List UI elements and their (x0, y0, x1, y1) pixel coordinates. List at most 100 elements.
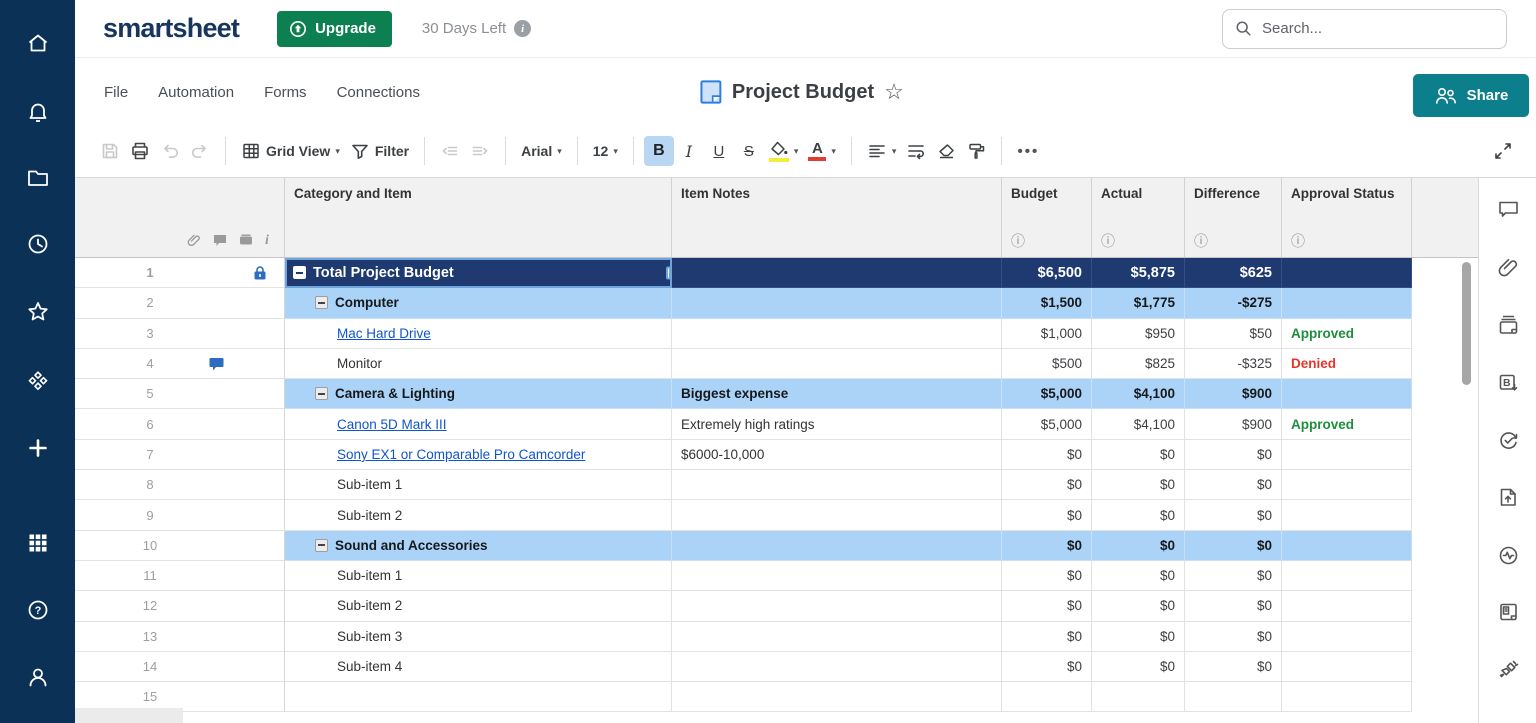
row-gutter[interactable]: 14 (75, 652, 285, 682)
row-number[interactable]: 1 (75, 265, 225, 280)
row-gutter[interactable]: 13 (75, 622, 285, 652)
info-icon[interactable]: ⓘ (1194, 233, 1208, 251)
cell-approval-status[interactable] (1282, 531, 1412, 561)
column-header-budget[interactable]: Budgetⓘ (1002, 178, 1092, 257)
undo-button[interactable] (155, 136, 185, 166)
cell-notes[interactable] (672, 319, 1002, 349)
cell-approval-status[interactable]: Denied (1282, 349, 1412, 379)
upgrade-button[interactable]: Upgrade (277, 11, 392, 47)
cell-approval-status[interactable] (1282, 500, 1412, 530)
cell-category[interactable] (285, 682, 672, 712)
cell-difference[interactable]: $0 (1185, 622, 1282, 652)
help-icon[interactable]: ? (25, 597, 51, 623)
cell-category[interactable]: Sub-item 3 (285, 622, 672, 652)
proofs-icon[interactable] (1497, 314, 1520, 337)
cell-budget[interactable]: $0 (1002, 561, 1092, 591)
row-number[interactable]: 4 (75, 356, 225, 371)
cell-actual[interactable]: $1,775 (1092, 288, 1185, 318)
cell-actual[interactable]: $4,100 (1092, 379, 1185, 409)
row-gutter[interactable]: 6 (75, 409, 285, 439)
cell-budget[interactable]: $0 (1002, 622, 1092, 652)
cell-actual[interactable]: $950 (1092, 319, 1185, 349)
row-comment-icon[interactable] (209, 357, 224, 371)
cell-notes[interactable] (672, 288, 1002, 318)
indent-button[interactable] (465, 136, 495, 166)
cell-approval-status[interactable] (1282, 440, 1412, 470)
sheet-title[interactable]: Project Budget (732, 81, 874, 104)
cell-budget[interactable]: $1,000 (1002, 319, 1092, 349)
menu-automation[interactable]: Automation (143, 76, 249, 109)
cell-budget[interactable]: $0 (1002, 500, 1092, 530)
font-family-selector[interactable]: Arial ▾ (516, 136, 567, 166)
conversations-icon[interactable] (1497, 198, 1520, 221)
cell-budget[interactable]: $5,000 (1002, 409, 1092, 439)
cell-actual[interactable]: $0 (1092, 561, 1185, 591)
notifications-bell-icon[interactable] (25, 100, 51, 126)
cell-approval-status[interactable] (1282, 258, 1412, 288)
print-button[interactable] (125, 136, 155, 166)
cell-notes[interactable] (672, 500, 1002, 530)
collapse-toggle-icon[interactable] (315, 296, 328, 309)
cell-difference[interactable]: $0 (1185, 561, 1282, 591)
row-gutter[interactable]: 3 (75, 319, 285, 349)
row-number[interactable]: 5 (75, 386, 225, 401)
cell-actual[interactable]: $5,875 (1092, 258, 1185, 288)
cell-difference[interactable]: $0 (1185, 652, 1282, 682)
column-header-actual[interactable]: Actualⓘ (1092, 178, 1185, 257)
italic-button[interactable]: I (674, 136, 704, 166)
underline-button[interactable]: U (704, 136, 734, 166)
create-plus-icon[interactable] (25, 435, 51, 461)
redo-button[interactable] (185, 136, 215, 166)
cell-notes[interactable]: $6000-10,000 (672, 440, 1002, 470)
cell-difference[interactable]: $0 (1185, 531, 1282, 561)
vertical-scrollbar[interactable] (1462, 262, 1471, 385)
menu-forms[interactable]: Forms (249, 76, 322, 109)
cell-notes[interactable] (672, 622, 1002, 652)
cell-approval-status[interactable] (1282, 591, 1412, 621)
info-icon[interactable]: ⓘ (1011, 233, 1025, 251)
cell-actual[interactable]: $0 (1092, 470, 1185, 500)
cell-category[interactable]: Camera & Lighting (285, 379, 672, 409)
comment-column-icon[interactable] (213, 234, 227, 247)
cell-category[interactable]: Monitor (285, 349, 672, 379)
row-number[interactable]: 2 (75, 295, 225, 310)
horizontal-scrollbar-track[interactable] (75, 708, 183, 723)
row-gutter[interactable]: 2 (75, 288, 285, 318)
cell-difference[interactable]: $0 (1185, 500, 1282, 530)
column-header-approval[interactable]: Approval Statusⓘ (1282, 178, 1412, 257)
attachment-column-icon[interactable] (187, 233, 201, 247)
account-icon[interactable] (25, 664, 51, 690)
cell-budget[interactable]: $6,500 (1002, 258, 1092, 288)
row-gutter[interactable]: 4 (75, 349, 285, 379)
cell-budget[interactable]: $0 (1002, 470, 1092, 500)
row-number[interactable]: 13 (75, 629, 225, 644)
format-painter-button[interactable] (961, 136, 991, 166)
cell-budget[interactable]: $1,500 (1002, 288, 1092, 318)
filter-button[interactable]: Filter (345, 136, 414, 166)
row-number[interactable]: 14 (75, 659, 225, 674)
cell-budget[interactable]: $0 (1002, 531, 1092, 561)
home-icon[interactable] (25, 30, 51, 56)
cell-difference[interactable]: $50 (1185, 319, 1282, 349)
cell-category[interactable]: Mac Hard Drive (285, 319, 672, 349)
row-number[interactable]: 12 (75, 598, 225, 613)
more-options-button[interactable]: ••• (1012, 136, 1044, 166)
clear-formatting-button[interactable] (931, 136, 961, 166)
collapse-toggle-icon[interactable] (293, 266, 306, 279)
row-gutter[interactable]: 5 (75, 379, 285, 409)
selection-handle[interactable] (666, 266, 671, 279)
cell-notes[interactable] (672, 349, 1002, 379)
align-button[interactable]: ▾ (862, 136, 902, 166)
strikethrough-button[interactable]: S (734, 136, 764, 166)
cell-budget[interactable] (1002, 682, 1092, 712)
cell-category[interactable]: Sony EX1 or Comparable Pro Camcorder (285, 440, 672, 470)
row-number[interactable]: 7 (75, 447, 225, 462)
cell-category[interactable]: Sound and Accessories (285, 531, 672, 561)
cell-approval-status[interactable] (1282, 288, 1412, 318)
cell-notes[interactable] (672, 652, 1002, 682)
sheet-summary-icon[interactable] (1497, 601, 1520, 624)
cell-notes[interactable] (672, 591, 1002, 621)
cell-approval-status[interactable]: Approved (1282, 409, 1412, 439)
cell-difference[interactable]: $0 (1185, 470, 1282, 500)
cell-notes[interactable]: Biggest expense (672, 379, 1002, 409)
